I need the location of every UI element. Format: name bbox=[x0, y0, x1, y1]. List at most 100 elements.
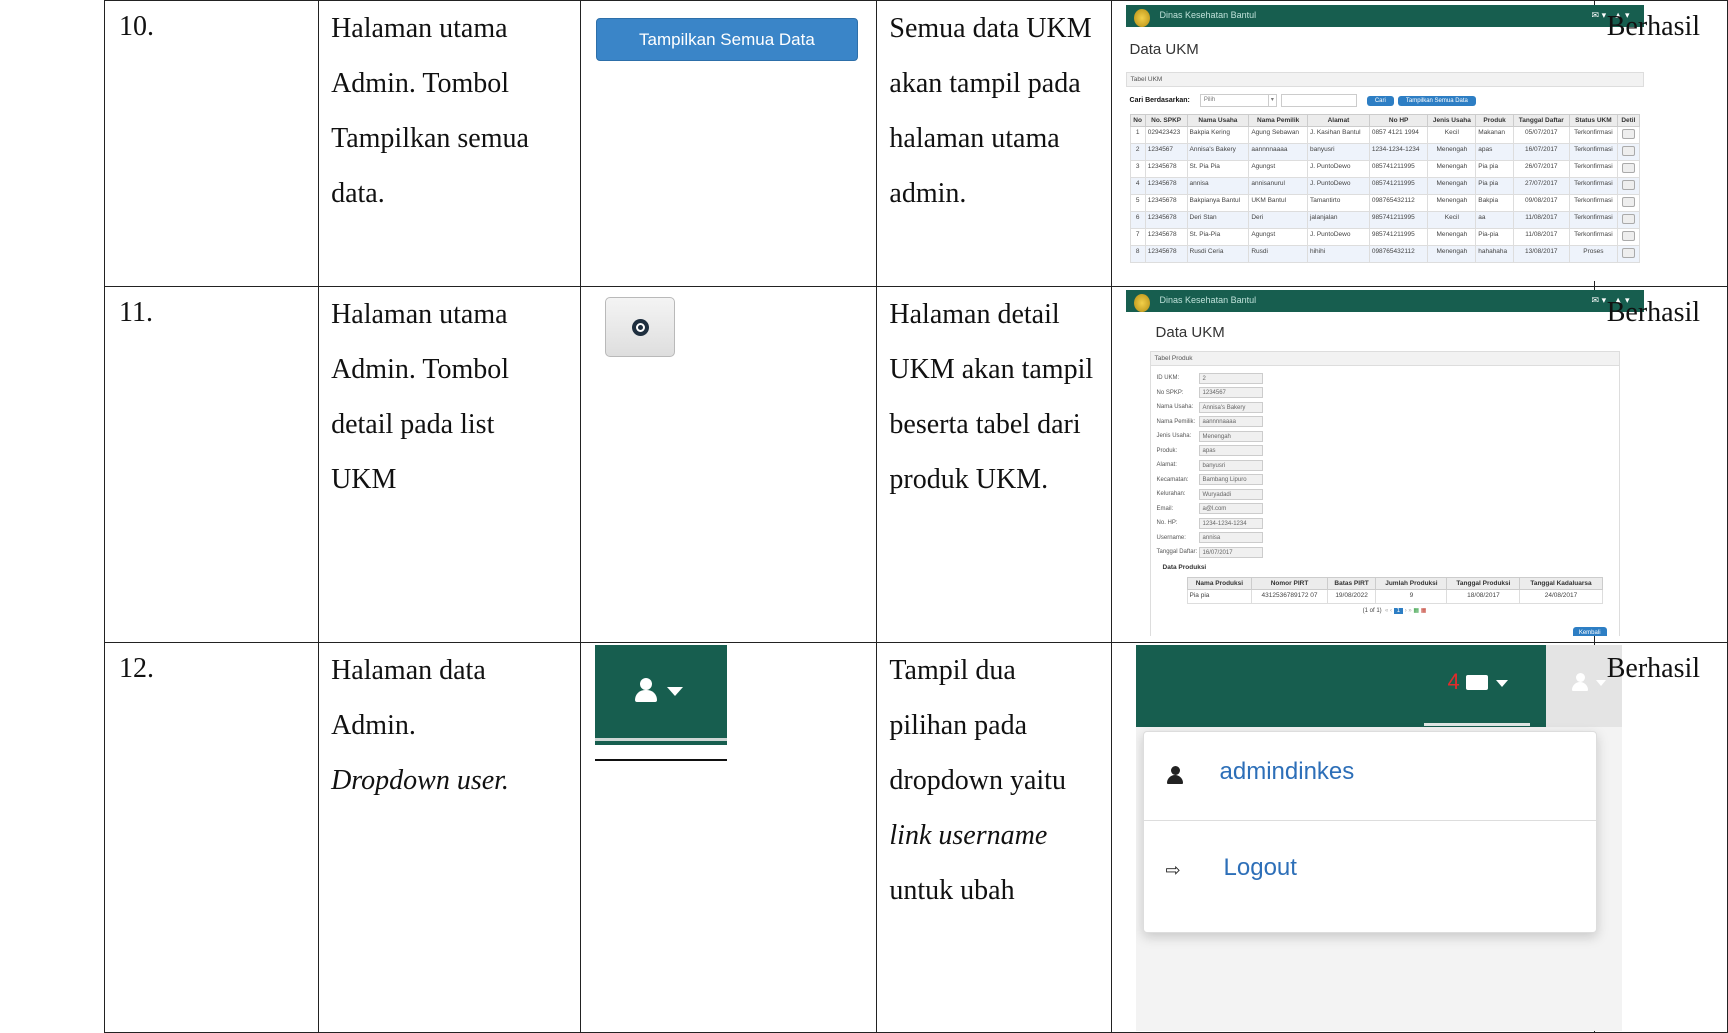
export-pdf-icon[interactable]: ▦ bbox=[1421, 608, 1427, 614]
screenshot-cell: Dinas Kesehatan Bantul ✉ ▾ ▲ ▾ Data UKM … bbox=[1110, 0, 1644, 287]
cari-button[interactable]: Cari bbox=[1366, 95, 1394, 106]
expected-line: produk UKM. bbox=[889, 464, 1049, 495]
search-label: Cari Berdasarkan: bbox=[1129, 97, 1190, 104]
status-cell: Berhasil bbox=[1593, 0, 1728, 287]
panel-title: Tabel Produk bbox=[1150, 352, 1619, 366]
field-value[interactable]: Annisa's Bakery bbox=[1198, 401, 1263, 413]
table-cell: 098765432112 bbox=[1368, 245, 1429, 263]
table-cell: Deri bbox=[1248, 211, 1308, 229]
menu-item-username[interactable]: admindinkes bbox=[1144, 732, 1596, 818]
dropdown-menu: admindinkes ⇨ Logout bbox=[1142, 731, 1597, 933]
table-header: No No. SPKP Nama Usaha Nama Pemilik Alam… bbox=[1129, 114, 1640, 127]
field-value[interactable]: aannnnaaaa bbox=[1198, 416, 1263, 428]
col-header: Produk bbox=[1475, 114, 1514, 127]
expected-line: Semua data UKM bbox=[889, 13, 1092, 44]
field-value[interactable]: Wuryadadi bbox=[1198, 488, 1263, 500]
table-cell: 1 bbox=[1129, 126, 1146, 144]
detail-button[interactable] bbox=[604, 297, 675, 357]
table-row: 3 12345678 St. Pia Pia Agungst J. PuntoDewo 0… bbox=[1129, 160, 1640, 178]
status-text: Berhasil bbox=[1606, 11, 1701, 42]
field-label: Nama Pemilik: bbox=[1156, 418, 1196, 425]
show-all-data-button[interactable]: Tampilkan Semua Data bbox=[595, 18, 858, 61]
table-cell: J. Kasihan Bantul bbox=[1306, 126, 1370, 144]
show-all-button[interactable]: Tampilkan Semua Data bbox=[1397, 95, 1476, 106]
field-value[interactable]: apas bbox=[1198, 445, 1263, 457]
field-value[interactable]: banyusri bbox=[1198, 459, 1263, 471]
table-cell: 085741211995 bbox=[1368, 177, 1429, 195]
scenario-line: UKM bbox=[331, 464, 397, 495]
table-cell: jalanjalan bbox=[1306, 211, 1370, 229]
field-value[interactable]: a@l.com bbox=[1198, 503, 1263, 515]
col-header: No bbox=[1129, 114, 1146, 127]
search-select[interactable]: Pilih ▾ bbox=[1199, 94, 1277, 107]
table-cell: Kecil bbox=[1427, 126, 1477, 144]
field-value[interactable]: 1234-1234-1234 bbox=[1198, 517, 1263, 529]
field-label: Email: bbox=[1156, 505, 1174, 512]
first-page-icon[interactable]: « bbox=[1383, 608, 1388, 614]
expected-line: beserta tabel dari bbox=[889, 409, 1081, 440]
table-cell: 029423423 bbox=[1144, 126, 1188, 144]
scenario-line: Dropdown user. bbox=[331, 765, 509, 796]
table-cell: St. Pia Pia bbox=[1186, 160, 1250, 178]
field-label: No SPKP: bbox=[1156, 389, 1184, 396]
field-value[interactable]: Bambang Lipuro bbox=[1198, 474, 1263, 486]
field-value[interactable]: annisa bbox=[1198, 532, 1263, 544]
scenario-line: Admin. Tombol bbox=[331, 354, 510, 385]
status-cell: Berhasil bbox=[1593, 642, 1728, 1033]
expected-line: dropdown yaitu bbox=[889, 765, 1066, 796]
table-header: Nama Produksi Nomor PIRT Batas PIRT Juml… bbox=[1186, 576, 1603, 590]
table-cell: 5 bbox=[1129, 194, 1146, 212]
field-value[interactable]: 1234567 bbox=[1198, 387, 1263, 399]
detail-field: Tanggal Daftar: 16/07/2017 bbox=[1157, 545, 1613, 560]
page-1-button[interactable]: 1 bbox=[1393, 607, 1404, 614]
table-cell: annisa bbox=[1186, 177, 1250, 195]
row-number-cell: 12. bbox=[103, 642, 320, 1033]
table-row: 2 1234567 Annisa's Bakery aannnnaaaa banyusr… bbox=[1129, 143, 1640, 161]
menu-item-logout[interactable]: ⇨ Logout bbox=[1144, 822, 1596, 918]
ukm-table: No No. SPKP Nama Usaha Nama Pemilik Alam… bbox=[1129, 114, 1640, 263]
table-cell: 085741211995 bbox=[1368, 160, 1429, 178]
field-label: Produk: bbox=[1156, 447, 1178, 454]
export-excel-icon[interactable]: ▦ bbox=[1413, 608, 1419, 614]
table-cell: hahahaha bbox=[1475, 245, 1514, 263]
produksi-title: Data Produksi bbox=[1162, 563, 1207, 571]
search-input[interactable] bbox=[1280, 94, 1357, 107]
scenario-line: Tampilkan semua bbox=[331, 123, 529, 154]
user-dropdown-button[interactable] bbox=[594, 645, 727, 745]
last-page-icon[interactable]: » bbox=[1408, 608, 1411, 614]
table-cell: 2 bbox=[1129, 143, 1146, 161]
table-cell: Makanan bbox=[1475, 126, 1514, 144]
table-cell: 985741211995 bbox=[1368, 228, 1429, 246]
table-cell: 12345678 bbox=[1144, 194, 1188, 212]
app-title: Dinas Kesehatan Bantul bbox=[1159, 10, 1257, 20]
expected-line: admin. bbox=[889, 178, 967, 209]
table-cell: Deri Stan bbox=[1186, 211, 1250, 229]
next-page-icon[interactable]: › bbox=[1405, 608, 1407, 614]
col-header: Tanggal Kadaluarsa bbox=[1519, 576, 1603, 590]
table-cell: Menengah bbox=[1427, 160, 1477, 178]
field-value[interactable]: Menengah bbox=[1198, 430, 1263, 442]
table-cell: 27/07/2017 bbox=[1512, 177, 1570, 195]
field-value[interactable]: 2 bbox=[1198, 372, 1263, 384]
table-cell: 3 bbox=[1129, 160, 1146, 178]
table-cell: annisanurul bbox=[1248, 177, 1308, 195]
chevron-down-icon: ▾ bbox=[1267, 95, 1276, 106]
logo bbox=[1133, 294, 1150, 312]
page-title: Data UKM bbox=[1129, 41, 1199, 58]
button-cell bbox=[579, 286, 878, 643]
menu-divider bbox=[1143, 820, 1596, 821]
expected-cell: Semua data UKM akan tampil pada halaman … bbox=[876, 0, 1112, 287]
envelope-icon[interactable] bbox=[1465, 675, 1488, 690]
field-value[interactable]: 16/07/2017 bbox=[1198, 546, 1263, 558]
underline-divider bbox=[594, 759, 727, 761]
table-cell: Tamantirto bbox=[1306, 194, 1370, 212]
menu-item-label: Logout bbox=[1223, 854, 1297, 881]
prev-page-icon[interactable]: ‹ bbox=[1390, 608, 1392, 614]
table-cell: aannnnaaaa bbox=[1248, 143, 1308, 161]
detail-field: Username: annisa bbox=[1157, 531, 1613, 546]
row-number: 12. bbox=[119, 653, 154, 684]
field-label: Username: bbox=[1156, 534, 1186, 541]
col-header: Jenis Usaha bbox=[1427, 114, 1477, 127]
detail-field: No SPKP: 1234567 bbox=[1157, 386, 1613, 401]
user-icon bbox=[1571, 673, 1588, 691]
